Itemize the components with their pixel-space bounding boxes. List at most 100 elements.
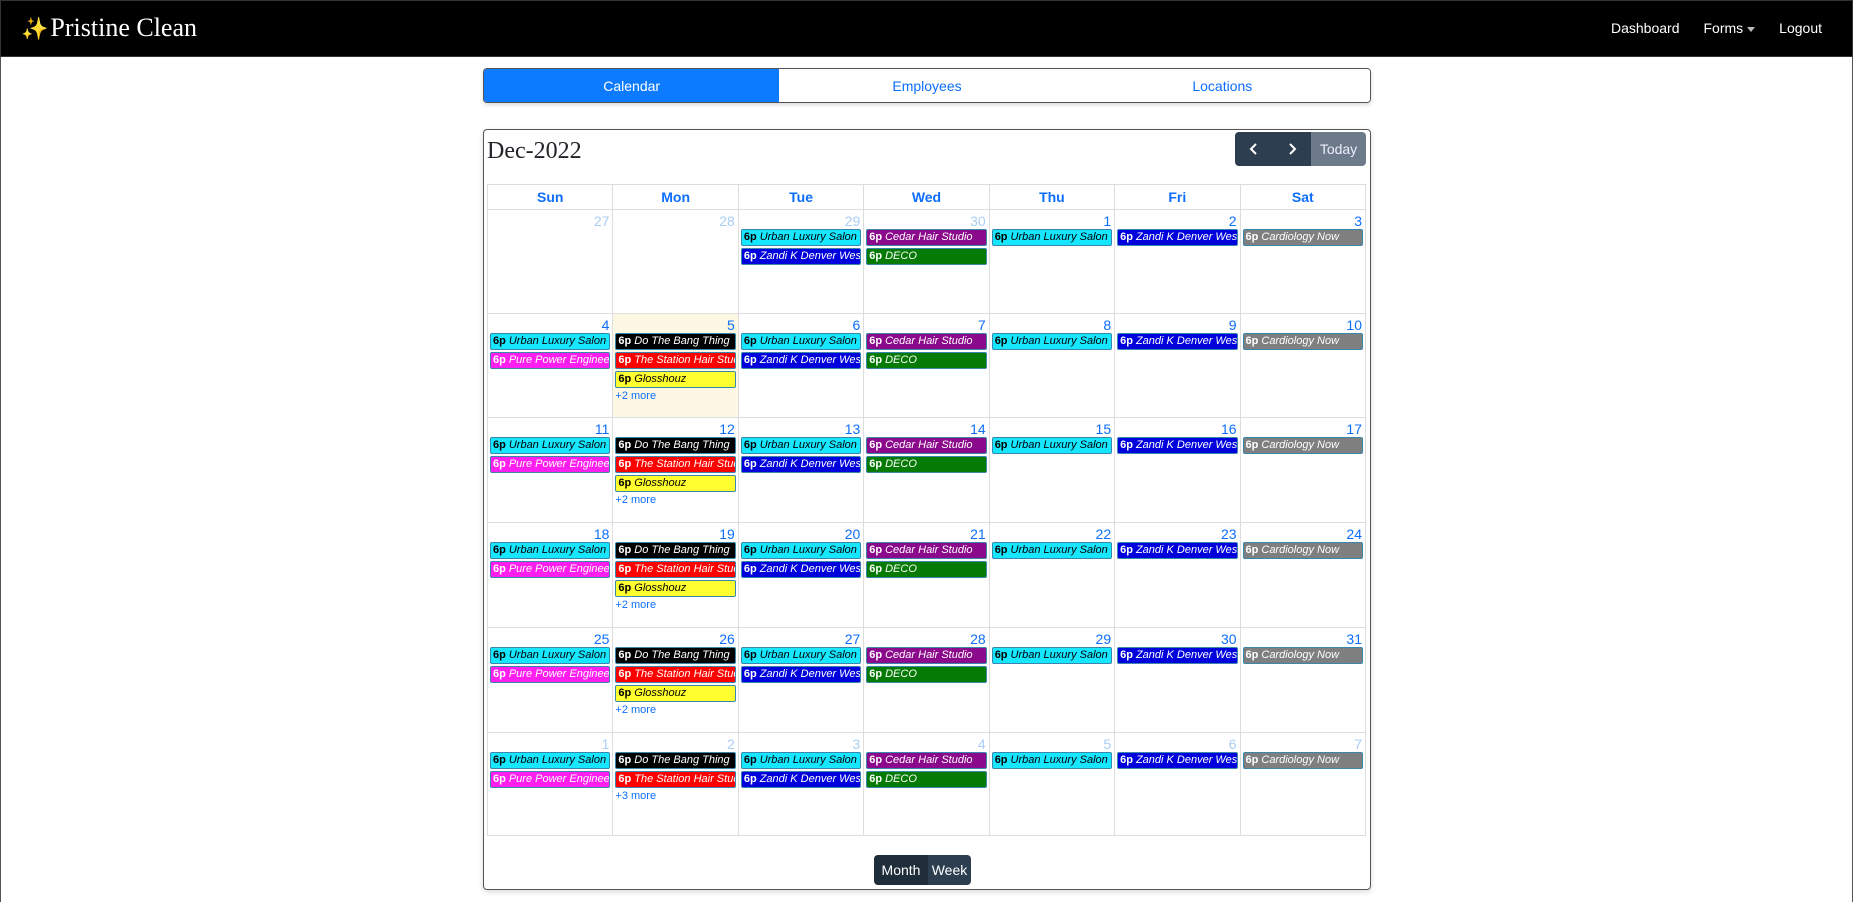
calendar-event[interactable]: 6pThe Station Hair Studio <box>615 666 736 683</box>
calendar-event[interactable]: 6p Cardiology Now <box>1242 437 1363 454</box>
day-cell[interactable]: 19 6p Do The Bang Thing 6p The Station Hair … <box>612 522 739 628</box>
day-cell[interactable]: 2 6p Do The Bang Thing 6p The Station Hair S… <box>612 732 739 836</box>
day-cell[interactable]: 7 6p Cedar Hair Studio 6p DECO <box>863 313 990 418</box>
day-number[interactable]: 3 <box>1241 210 1365 229</box>
day-cell[interactable]: 25 6p Urban Luxury Salon 6p Pure Power Engin… <box>486 627 614 733</box>
day-cell[interactable]: 30 6p Zandi K Denver West <box>1114 627 1241 733</box>
day-number[interactable]: 5 <box>613 314 737 333</box>
day-cell[interactable]: 28 <box>612 209 739 314</box>
calendar-event[interactable]: 6p Cardiology Now <box>1242 752 1363 769</box>
calendar-event[interactable]: 6p Do The Bang Thing <box>615 752 736 769</box>
calendar-event[interactable]: 6p Zandi K Denver West <box>740 666 862 683</box>
calendar-event[interactable]: 6p Glosshouz <box>615 475 736 492</box>
calendar-event[interactable]: 6pThe Station Hair Studio <box>615 352 736 369</box>
day-number[interactable]: 28 <box>864 628 988 647</box>
day-cell[interactable]: 15 6p Urban Luxury Salon <box>988 417 1116 523</box>
calendar-event[interactable]: 6p Urban Luxury Salon <box>490 437 611 454</box>
calendar-event[interactable]: 6p Cardiology Now <box>1242 647 1363 664</box>
nav-forms-dropdown[interactable]: Forms <box>1704 20 1756 36</box>
day-number[interactable]: 4 <box>488 314 612 333</box>
week-view-button[interactable]: Week <box>928 855 971 885</box>
day-number[interactable]: 12 <box>613 418 737 437</box>
calendar-event[interactable]: 6p DECO <box>866 666 987 683</box>
day-cell[interactable]: 20 6p Urban Luxury Salon 6p Zandi K Denver W… <box>737 522 865 628</box>
calendar-event[interactable]: 6p Zandi K Denver West <box>740 771 862 788</box>
tab-locations[interactable]: Locations <box>1074 69 1370 102</box>
calendar-event[interactable]: 6p Zandi K Denver West <box>1117 229 1238 246</box>
more-events-link[interactable]: +2 more <box>615 599 737 611</box>
day-cell[interactable]: 17 6p Cardiology Now <box>1239 417 1367 523</box>
day-cell[interactable]: 21 6p Cedar Hair Studio 6p DECO <box>863 522 990 628</box>
day-number[interactable]: 29 <box>739 210 863 229</box>
calendar-event[interactable]: 6p Urban Luxury Salon <box>991 229 1113 246</box>
calendar-event[interactable]: 6p DECO <box>866 456 987 473</box>
day-number[interactable]: 31 <box>1241 628 1365 647</box>
calendar-event[interactable]: 6p DECO <box>866 352 987 369</box>
calendar-event[interactable]: 6p Urban Luxury Salon <box>740 752 862 769</box>
calendar-event[interactable]: 6p Cardiology Now <box>1242 229 1363 246</box>
day-cell[interactable]: 29 6p Urban Luxury Salon 6p Zandi K Denver W… <box>737 209 865 314</box>
day-number[interactable]: 28 <box>613 210 737 229</box>
calendar-event[interactable]: 6p Urban Luxury Salon <box>740 647 862 664</box>
day-cell[interactable]: 23 6p Zandi K Denver West <box>1114 522 1241 628</box>
day-cell[interactable]: 7 6p Cardiology Now <box>1239 732 1367 836</box>
day-number[interactable]: 11 <box>488 418 612 437</box>
calendar-event[interactable]: 6p Zandi K Denver West <box>740 248 862 265</box>
day-cell[interactable]: 22 6p Urban Luxury Salon <box>988 522 1116 628</box>
day-number[interactable]: 2 <box>1115 210 1239 229</box>
day-cell[interactable]: 14 6p Cedar Hair Studio 6p DECO <box>863 417 990 523</box>
month-view-button[interactable]: Month <box>874 855 928 885</box>
calendar-event[interactable]: 6p Cedar Hair Studio <box>866 542 987 559</box>
calendar-event[interactable]: 6p Zandi K Denver West <box>740 352 862 369</box>
day-cell[interactable]: 13 6p Urban Luxury Salon 6p Zandi K Denver W… <box>737 417 865 523</box>
today-button[interactable]: Today <box>1311 132 1366 166</box>
calendar-event[interactable]: 6p Zandi K Denver West <box>1117 333 1238 350</box>
calendar-event[interactable]: 6pPure Power Engineering <box>490 561 611 578</box>
more-events-link[interactable]: +2 more <box>615 704 737 716</box>
calendar-event[interactable]: 6p Zandi K Denver West <box>740 456 862 473</box>
calendar-event[interactable]: 6pPure Power Engineering <box>490 456 611 473</box>
calendar-event[interactable]: 6p DECO <box>866 771 987 788</box>
day-number[interactable]: 17 <box>1241 418 1365 437</box>
calendar-event[interactable]: 6p Urban Luxury Salon <box>991 333 1113 350</box>
day-number[interactable]: 3 <box>739 733 863 752</box>
calendar-event[interactable]: 6p Cedar Hair Studio <box>866 333 987 350</box>
calendar-event[interactable]: 6p Urban Luxury Salon <box>740 437 862 454</box>
day-number[interactable]: 27 <box>739 628 863 647</box>
next-month-button[interactable] <box>1273 132 1311 166</box>
calendar-event[interactable]: 6p Zandi K Denver West <box>1117 542 1238 559</box>
calendar-event[interactable]: 6pPure Power Engineering <box>490 666 611 683</box>
calendar-event[interactable]: 6p Urban Luxury Salon <box>490 542 611 559</box>
calendar-event[interactable]: 6p Urban Luxury Salon <box>740 229 862 246</box>
day-number[interactable]: 7 <box>1241 733 1365 752</box>
calendar-event[interactable]: 6p Zandi K Denver West <box>1117 647 1238 664</box>
day-cell[interactable]: 29 6p Urban Luxury Salon <box>988 627 1116 733</box>
day-number[interactable]: 30 <box>864 210 988 229</box>
calendar-event[interactable]: 6p Do The Bang Thing <box>615 542 736 559</box>
day-cell[interactable]: 3 6p Urban Luxury Salon 6p Zandi K Denver We… <box>737 732 865 836</box>
day-number[interactable]: 30 <box>1115 628 1239 647</box>
calendar-event[interactable]: 6pPure Power Engineering <box>490 771 611 788</box>
calendar-event[interactable]: 6p DECO <box>866 561 987 578</box>
day-cell[interactable]: 24 6p Cardiology Now <box>1239 522 1367 628</box>
brand-logo[interactable]: ✨Pristine Clean <box>21 13 197 43</box>
calendar-event[interactable]: 6p Urban Luxury Salon <box>991 542 1113 559</box>
calendar-event[interactable]: 6pThe Station Hair Studio <box>615 561 736 578</box>
day-cell[interactable]: 11 6p Urban Luxury Salon 6p Pure Power Engin… <box>486 417 614 523</box>
calendar-event[interactable]: 6pThe Station Hair Studio <box>615 456 736 473</box>
calendar-event[interactable]: 6p Cedar Hair Studio <box>866 229 987 246</box>
day-cell[interactable]: 2 6p Zandi K Denver West <box>1114 209 1241 314</box>
calendar-event[interactable]: 6p Cedar Hair Studio <box>866 752 987 769</box>
calendar-event[interactable]: 6p Urban Luxury Salon <box>991 647 1113 664</box>
day-cell[interactable]: 12 6p Do The Bang Thing 6p The Station Hair … <box>612 417 739 523</box>
more-events-link[interactable]: +2 more <box>615 390 737 402</box>
calendar-event[interactable]: 6p Cedar Hair Studio <box>866 647 987 664</box>
calendar-event[interactable]: 6p Cardiology Now <box>1242 542 1363 559</box>
calendar-event[interactable]: 6p Glosshouz <box>615 685 736 702</box>
nav-logout-link[interactable]: Logout <box>1779 20 1822 36</box>
calendar-event[interactable]: 6p Urban Luxury Salon <box>490 752 611 769</box>
calendar-event[interactable]: 6p DECO <box>866 248 987 265</box>
day-number[interactable]: 14 <box>864 418 988 437</box>
calendar-event[interactable]: 6pPure Power Engineering <box>490 352 611 369</box>
day-number[interactable]: 20 <box>739 523 863 542</box>
